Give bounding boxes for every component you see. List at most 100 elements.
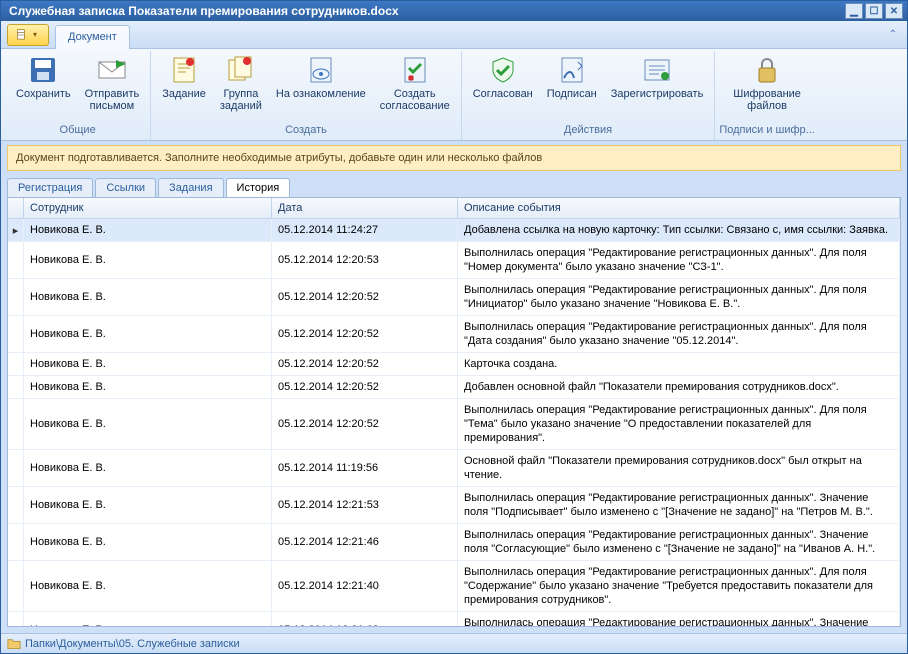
title-bar: Служебная записка Показатели премировани… (1, 1, 907, 21)
row-indicator (8, 316, 24, 352)
signature-icon (556, 54, 588, 86)
eye-document-icon (305, 54, 337, 86)
signed-label: Подписан (547, 88, 597, 100)
status-path: Папки\Документы\05. Служебные записки (25, 638, 240, 650)
table-row[interactable]: Новикова Е. В.05.12.2014 12:20:52Выполни… (8, 279, 900, 316)
agreed-label: Согласован (473, 88, 533, 100)
task-group-button[interactable]: Группа заданий (213, 51, 269, 115)
group-caption-sign: Подписи и шифр... (719, 124, 815, 140)
cell-event: Выполнилась операция "Редактирование рег… (458, 399, 900, 449)
app-menu-button[interactable]: ▾ (7, 24, 49, 46)
cell-date: 05.12.2014 11:24:27 (272, 219, 458, 241)
task-label: Задание (162, 88, 206, 100)
table-row[interactable]: ▸Новикова Е. В.05.12.2014 11:24:27Добавл… (8, 219, 900, 242)
register-icon (641, 54, 673, 86)
send-label: Отправить письмом (85, 88, 140, 112)
col-event[interactable]: Описание события (458, 198, 900, 218)
table-row[interactable]: Новикова Е. В.05.12.2014 12:21:02Выполни… (8, 612, 900, 626)
tab-registration[interactable]: Регистрация (7, 178, 93, 197)
table-row[interactable]: Новикова Е. В.05.12.2014 12:21:53Выполни… (8, 487, 900, 524)
cell-date: 05.12.2014 12:20:52 (272, 353, 458, 375)
cell-date: 05.12.2014 12:20:53 (272, 242, 458, 278)
row-indicator (8, 524, 24, 560)
tab-links[interactable]: Ссылки (95, 178, 156, 197)
cell-employee: Новикова Е. В. (24, 316, 272, 352)
task-button[interactable]: Задание (155, 51, 213, 103)
send-mail-button[interactable]: Отправить письмом (78, 51, 147, 115)
document-icon (15, 28, 29, 42)
history-grid: Сотрудник Дата Описание события ▸Новиков… (7, 197, 901, 627)
review-button[interactable]: На ознакомление (269, 51, 373, 103)
cell-date: 05.12.2014 12:21:02 (272, 612, 458, 626)
cell-employee: Новикова Е. В. (24, 612, 272, 626)
ribbon-group-actions: Согласован Подписан Зарегистрировать Дей… (462, 51, 716, 140)
cell-event: Карточка создана. (458, 353, 900, 375)
ribbon-collapse-button[interactable]: ⌃ (885, 27, 901, 43)
create-approval-button[interactable]: Создать согласование (373, 51, 457, 115)
row-indicator (8, 450, 24, 486)
encrypt-label: Шифрование файлов (733, 88, 801, 112)
tab-tasks[interactable]: Задания (158, 178, 223, 197)
cell-event: Выполнилась операция "Редактирование рег… (458, 561, 900, 611)
row-indicator (8, 279, 24, 315)
cell-employee: Новикова Е. В. (24, 219, 272, 241)
cell-employee: Новикова Е. В. (24, 399, 272, 449)
cell-employee: Новикова Е. В. (24, 376, 272, 398)
group-caption-actions: Действия (466, 124, 711, 140)
table-row[interactable]: Новикова Е. В.05.12.2014 12:20:52Добавле… (8, 376, 900, 399)
register-button[interactable]: Зарегистрировать (604, 51, 711, 103)
minimize-button[interactable]: ▁ (845, 3, 863, 19)
cell-date: 05.12.2014 12:20:52 (272, 279, 458, 315)
cell-employee: Новикова Е. В. (24, 353, 272, 375)
cell-date: 05.12.2014 12:20:52 (272, 399, 458, 449)
grid-body[interactable]: ▸Новикова Е. В.05.12.2014 11:24:27Добавл… (8, 219, 900, 626)
tab-history[interactable]: История (226, 178, 291, 197)
maximize-button[interactable]: ☐ (865, 3, 883, 19)
table-row[interactable]: Новикова Е. В.05.12.2014 12:20:52Выполни… (8, 316, 900, 353)
cell-event: Выполнилась операция "Редактирование рег… (458, 524, 900, 560)
cell-date: 05.12.2014 11:19:56 (272, 450, 458, 486)
cell-date: 05.12.2014 12:20:52 (272, 316, 458, 352)
encrypt-button[interactable]: Шифрование файлов (726, 51, 808, 115)
lock-icon (751, 54, 783, 86)
cell-date: 05.12.2014 12:21:53 (272, 487, 458, 523)
signed-button[interactable]: Подписан (540, 51, 604, 103)
cell-event: Выполнилась операция "Редактирование рег… (458, 279, 900, 315)
quick-access-row: ▾ Документ ⌃ (1, 21, 907, 49)
check-shield-icon (487, 54, 519, 86)
create-approval-label: Создать согласование (380, 88, 450, 112)
table-row[interactable]: Новикова Е. В.05.12.2014 11:19:56Основно… (8, 450, 900, 487)
col-date[interactable]: Дата (272, 198, 458, 218)
cell-event: Выполнилась операция "Редактирование рег… (458, 316, 900, 352)
row-indicator (8, 353, 24, 375)
table-row[interactable]: Новикова Е. В.05.12.2014 12:21:46Выполни… (8, 524, 900, 561)
task-icon (168, 54, 200, 86)
cell-employee: Новикова Е. В. (24, 279, 272, 315)
cell-date: 05.12.2014 12:20:52 (272, 376, 458, 398)
chevron-down-icon: ▾ (33, 30, 41, 39)
save-icon (27, 54, 59, 86)
save-button[interactable]: Сохранить (9, 51, 78, 103)
table-row[interactable]: Новикова Е. В.05.12.2014 12:20:52Выполни… (8, 399, 900, 450)
table-row[interactable]: Новикова Е. В.05.12.2014 12:20:52Карточк… (8, 353, 900, 376)
cell-event: Добавлен основной файл "Показатели преми… (458, 376, 900, 398)
app-window: Служебная записка Показатели премировани… (0, 0, 908, 654)
ribbon-tab-document[interactable]: Документ (55, 25, 130, 49)
cell-date: 05.12.2014 12:21:46 (272, 524, 458, 560)
folder-icon (7, 637, 21, 651)
row-indicator: ▸ (8, 219, 24, 241)
cell-date: 05.12.2014 12:21:40 (272, 561, 458, 611)
table-row[interactable]: Новикова Е. В.05.12.2014 12:20:53Выполни… (8, 242, 900, 279)
agreed-button[interactable]: Согласован (466, 51, 540, 103)
save-label: Сохранить (16, 88, 71, 100)
cell-event: Выполнилась операция "Редактирование рег… (458, 487, 900, 523)
register-label: Зарегистрировать (611, 88, 704, 100)
close-button[interactable]: ✕ (885, 3, 903, 19)
cell-employee: Новикова Е. В. (24, 487, 272, 523)
row-indicator (8, 612, 24, 626)
row-indicator (8, 242, 24, 278)
ribbon-group-create: Задание Группа заданий На ознакомление С… (151, 51, 462, 140)
envelope-icon (96, 54, 128, 86)
table-row[interactable]: Новикова Е. В.05.12.2014 12:21:40Выполни… (8, 561, 900, 612)
col-employee[interactable]: Сотрудник (24, 198, 272, 218)
